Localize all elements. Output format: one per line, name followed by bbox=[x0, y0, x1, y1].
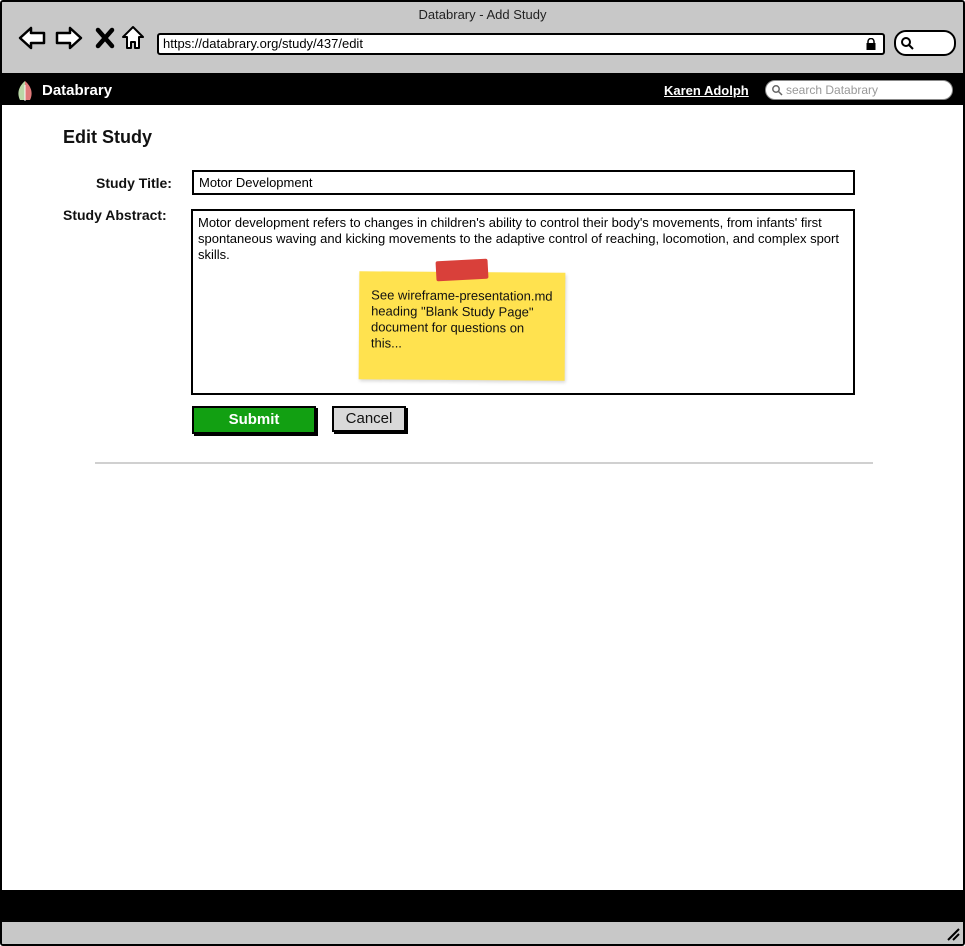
address-bar[interactable]: https://databrary.org/study/437/edit bbox=[157, 33, 885, 55]
submit-button[interactable]: Submit bbox=[192, 406, 316, 434]
address-text: https://databrary.org/study/437/edit bbox=[163, 36, 363, 51]
forward-icon[interactable] bbox=[55, 24, 83, 52]
sticky-note-text: See wireframe-presentation.md heading "B… bbox=[370, 287, 553, 351]
window-title: Databrary - Add Study bbox=[418, 7, 547, 22]
search-icon bbox=[901, 37, 914, 50]
search-icon bbox=[772, 85, 783, 96]
browser-window: Databrary - Add Study https://databrary.… bbox=[0, 0, 965, 946]
site-topbar: Databrary Karen Adolph bbox=[2, 75, 963, 105]
back-icon[interactable] bbox=[18, 24, 46, 52]
study-abstract-label: Study Abstract: bbox=[63, 207, 167, 223]
status-bar bbox=[2, 920, 963, 944]
user-link[interactable]: Karen Adolph bbox=[664, 83, 749, 98]
site-footer bbox=[2, 890, 963, 920]
browser-chrome: Databrary - Add Study https://databrary.… bbox=[2, 2, 963, 75]
page-title: Edit Study bbox=[63, 127, 152, 147]
browser-search-box[interactable] bbox=[894, 30, 956, 56]
lock-icon bbox=[866, 38, 876, 50]
site-search-input[interactable] bbox=[786, 82, 946, 98]
site-search[interactable] bbox=[765, 80, 953, 100]
study-title-field[interactable]: Motor Development bbox=[192, 170, 855, 195]
study-title-label: Study Title: bbox=[96, 175, 172, 191]
brand-name[interactable]: Databrary bbox=[42, 82, 112, 99]
home-icon[interactable] bbox=[120, 24, 148, 52]
divider bbox=[95, 462, 873, 464]
stop-icon[interactable] bbox=[92, 24, 120, 52]
resize-grip-icon[interactable] bbox=[945, 926, 961, 942]
logo-icon[interactable] bbox=[14, 80, 36, 102]
cancel-button[interactable]: Cancel bbox=[332, 406, 406, 432]
sticky-note: See wireframe-presentation.md heading "B… bbox=[358, 271, 566, 381]
note-tape bbox=[435, 258, 489, 282]
